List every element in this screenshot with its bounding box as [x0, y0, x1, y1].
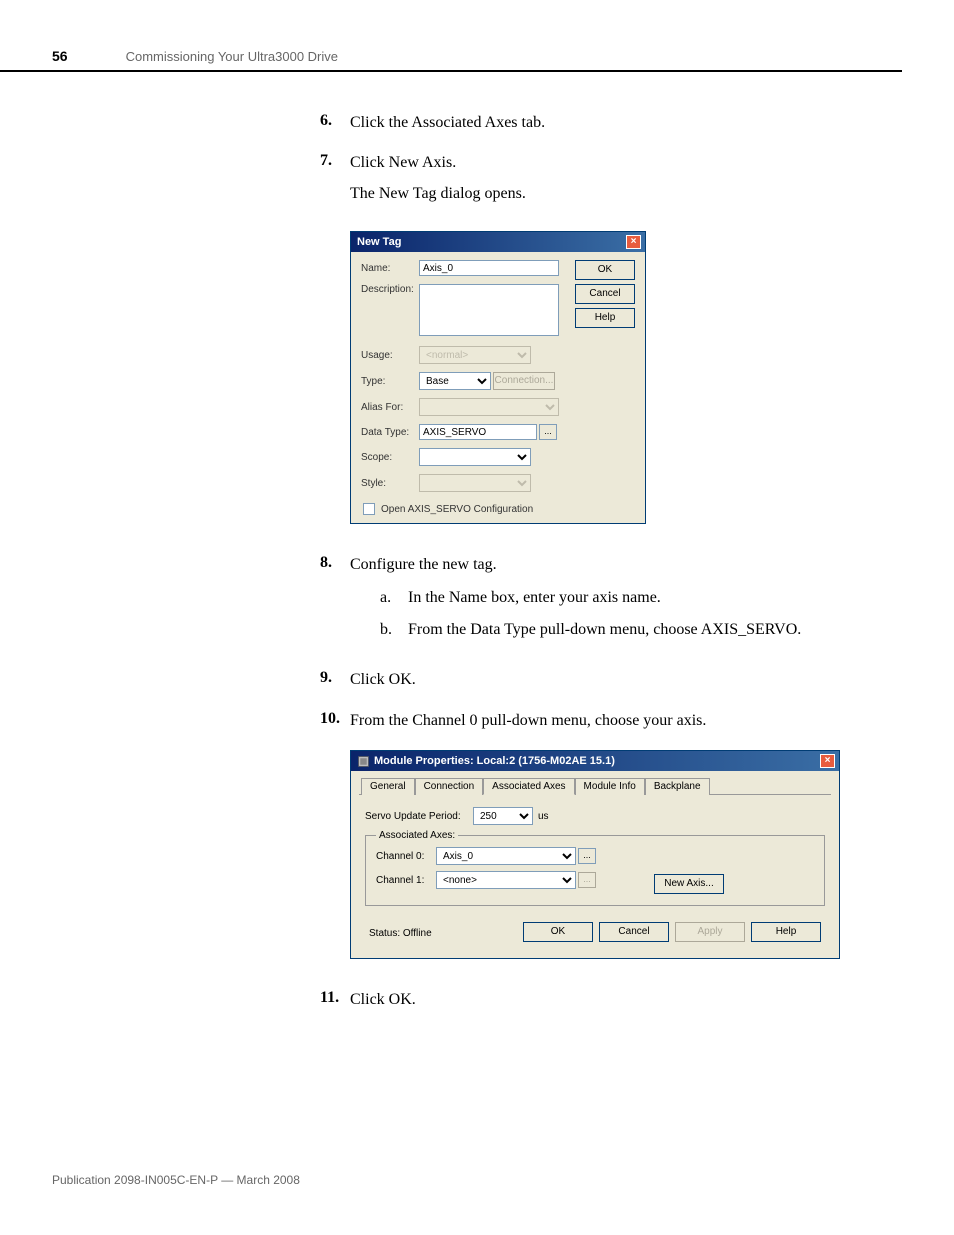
- step-7: 7. Click New Axis. The New Tag dialog op…: [320, 152, 902, 213]
- substep-letter: b.: [380, 619, 408, 641]
- footer-text: Publication 2098-IN005C-EN-P — March 200…: [52, 1173, 300, 1187]
- tab-backplane[interactable]: Backplane: [645, 778, 710, 795]
- description-textarea[interactable]: [419, 284, 559, 336]
- tab-module-info[interactable]: Module Info: [575, 778, 645, 795]
- substep-text: From the Data Type pull-down menu, choos…: [408, 619, 801, 641]
- substep-letter: a.: [380, 587, 408, 609]
- channel0-browse-button[interactable]: ...: [578, 848, 596, 864]
- scope-label: Scope:: [361, 452, 419, 463]
- servo-update-label: Servo Update Period:: [365, 811, 473, 822]
- channel1-browse-button: ...: [578, 872, 596, 888]
- dialog-titlebar[interactable]: New Tag ×: [351, 232, 645, 252]
- ok-button[interactable]: OK: [523, 922, 593, 942]
- page-number: 56: [52, 48, 68, 64]
- servo-update-select[interactable]: 250: [473, 807, 533, 825]
- type-select[interactable]: Base: [419, 372, 491, 390]
- channel1-select[interactable]: <none>: [436, 871, 576, 889]
- datatype-label: Data Type:: [361, 427, 419, 438]
- step-subtext: The New Tag dialog opens.: [350, 183, 526, 205]
- dialog-title: New Tag: [357, 236, 401, 248]
- open-config-checkbox[interactable]: [363, 503, 375, 515]
- step-text: Click OK.: [350, 989, 416, 1011]
- name-label: Name:: [361, 263, 419, 274]
- module-icon: [357, 755, 370, 768]
- close-icon[interactable]: ×: [820, 754, 835, 768]
- name-input[interactable]: [419, 260, 559, 276]
- step-text: Click New Axis.: [350, 152, 526, 174]
- browse-button[interactable]: ...: [539, 424, 557, 440]
- channel0-select[interactable]: Axis_0: [436, 847, 576, 865]
- step-text: From the Channel 0 pull-down menu, choos…: [350, 710, 706, 732]
- help-button[interactable]: Help: [575, 308, 635, 328]
- tab-connection[interactable]: Connection: [415, 778, 484, 795]
- substep-text: In the Name box, enter your axis name.: [408, 587, 661, 609]
- dialog-title: Module Properties: Local:2 (1756-M02AE 1…: [374, 755, 615, 767]
- step-11: 11. Click OK.: [320, 989, 902, 1011]
- content: 6. Click the Associated Axes tab. 7. Cli…: [0, 72, 954, 1012]
- channel0-label: Channel 0:: [376, 851, 436, 862]
- page-header: 56 Commissioning Your Ultra3000 Drive: [0, 0, 902, 72]
- cancel-button[interactable]: Cancel: [575, 284, 635, 304]
- status-text: Status: Offline: [365, 925, 432, 939]
- step-number: 10.: [320, 710, 350, 732]
- step-number: 6.: [320, 112, 350, 134]
- checkbox-label: Open AXIS_SERVO Configuration: [381, 504, 533, 515]
- fieldset-legend: Associated Axes:: [376, 830, 458, 841]
- close-icon[interactable]: ×: [626, 235, 641, 249]
- apply-button: Apply: [675, 922, 745, 942]
- step-10: 10. From the Channel 0 pull-down menu, c…: [320, 710, 902, 732]
- datatype-input[interactable]: [419, 424, 537, 440]
- cancel-button[interactable]: Cancel: [599, 922, 669, 942]
- step-number: 9.: [320, 669, 350, 691]
- channel1-label: Channel 1:: [376, 875, 436, 886]
- style-label: Style:: [361, 478, 419, 489]
- usage-label: Usage:: [361, 350, 419, 361]
- scope-select[interactable]: [419, 448, 531, 466]
- step-9: 9. Click OK.: [320, 669, 902, 691]
- step-number: 7.: [320, 152, 350, 213]
- servo-update-unit: us: [538, 811, 549, 822]
- step-text: Configure the new tag.: [350, 554, 801, 576]
- aliasfor-label: Alias For:: [361, 402, 419, 413]
- style-select: [419, 474, 531, 492]
- ok-button[interactable]: OK: [575, 260, 635, 280]
- aliasfor-select: [419, 398, 559, 416]
- new-tag-dialog: New Tag × Name: Description: Usage: <nor…: [350, 231, 646, 524]
- usage-select: <normal>: [419, 346, 531, 364]
- step-text: Click OK.: [350, 669, 416, 691]
- step-number: 11.: [320, 989, 350, 1011]
- dialog-titlebar[interactable]: Module Properties: Local:2 (1756-M02AE 1…: [351, 751, 839, 771]
- description-label: Description:: [361, 284, 419, 295]
- step-6: 6. Click the Associated Axes tab.: [320, 112, 902, 134]
- type-label: Type:: [361, 376, 419, 387]
- connection-button: Connection...: [493, 372, 555, 390]
- module-properties-dialog: Module Properties: Local:2 (1756-M02AE 1…: [350, 750, 840, 959]
- tab-general[interactable]: General: [361, 778, 415, 795]
- tab-bar: General Connection Associated Axes Modul…: [359, 777, 831, 795]
- step-text: Click the Associated Axes tab.: [350, 112, 545, 134]
- step-number: 8.: [320, 554, 350, 651]
- tab-associated-axes[interactable]: Associated Axes: [483, 778, 574, 795]
- step-8: 8. Configure the new tag. a. In the Name…: [320, 554, 902, 651]
- new-axis-button[interactable]: New Axis...: [654, 874, 724, 894]
- help-button[interactable]: Help: [751, 922, 821, 942]
- header-title: Commissioning Your Ultra3000 Drive: [126, 49, 338, 64]
